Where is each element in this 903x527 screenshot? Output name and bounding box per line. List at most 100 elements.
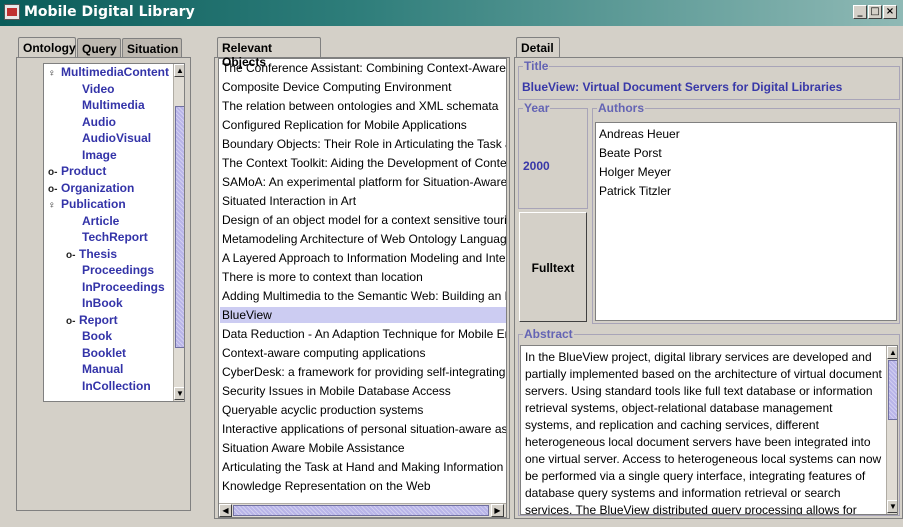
tab-situation[interactable]: Situation [122, 38, 182, 58]
window-titlebar[interactable]: Mobile Digital Library _ □ × [0, 0, 903, 26]
collapsed-node-icon[interactable]: o- [66, 248, 77, 263]
expanded-node-icon[interactable]: ♀ [48, 66, 59, 81]
abstract-line: servers. Using standard tools like full … [525, 384, 873, 398]
tree-item-label: InBook [82, 296, 123, 310]
tree-item[interactable]: Proceedings [82, 263, 154, 278]
fulltext-button[interactable]: Fulltext [519, 212, 587, 322]
scroll-up-button[interactable]: ▲ [174, 64, 184, 77]
tree-item[interactable]: Multimedia [82, 98, 145, 113]
tree-item[interactable]: InBook [82, 296, 123, 311]
list-item[interactable]: A Layered Approach to Information Modeli… [222, 250, 506, 266]
tree-item[interactable]: o- Thesis [66, 247, 117, 263]
tree-item[interactable]: o- Organization [48, 181, 134, 197]
tree-item-label: Proceedings [82, 263, 155, 277]
scroll-right-button[interactable]: ▶ [491, 504, 504, 517]
tree-item-label: Organization [61, 180, 135, 195]
list-item[interactable]: BlueView [220, 307, 506, 323]
tree-item-label: Report [79, 312, 118, 327]
abstract-scroll-thumb[interactable] [888, 360, 897, 420]
tab-query[interactable]: Query [77, 38, 121, 58]
author-item[interactable]: Holger Meyer [599, 164, 671, 180]
list-item[interactable]: Articulating the Task at Hand and Making… [222, 459, 506, 475]
abstract-line: systems, and replication and caching ser… [525, 418, 819, 432]
collapsed-node-icon[interactable]: o- [48, 165, 59, 180]
list-item[interactable]: Adding Multimedia to the Semantic Web: B… [222, 288, 506, 304]
list-item[interactable]: CyberDesk: a framework for providing sel… [222, 364, 506, 380]
tree-item-label: Article [82, 213, 120, 228]
year-value: 2000 [523, 159, 550, 173]
tab-relevant-objects[interactable]: Relevant Objects [217, 37, 321, 69]
scroll-down-button[interactable]: ▼ [174, 387, 184, 400]
expanded-node-icon[interactable]: ♀ [48, 198, 59, 213]
tree-item[interactable]: Audio [82, 115, 116, 130]
tree-item[interactable]: InCollection [82, 379, 151, 394]
list-item[interactable]: Configured Replication for Mobile Applic… [222, 117, 506, 133]
list-item[interactable]: Design of an object model for a context … [222, 212, 506, 228]
abstract-scroll-down-button[interactable]: ▼ [887, 500, 897, 513]
tree-item-label: Multimedia [82, 98, 145, 112]
list-item[interactable]: SAMoA: An experimental platform for Situ… [222, 174, 506, 190]
maximize-button[interactable]: □ [868, 5, 882, 19]
abstract-scroll-up-button[interactable]: ▲ [887, 346, 897, 359]
tree-item[interactable]: AudioVisual [82, 131, 151, 146]
abstract-line: be performed via a single query interfac… [525, 469, 866, 483]
tree-item[interactable]: ♀ Publication [48, 197, 126, 213]
title-value: BlueView: Virtual Document Servers for D… [522, 80, 843, 94]
tree-item[interactable]: Video [82, 82, 114, 97]
author-item[interactable]: Patrick Titzler [599, 183, 671, 199]
author-item[interactable]: Andreas Heuer [599, 126, 680, 142]
ontology-panel: ♀ MultimediaContent Video Multimedia Audio Au… [16, 57, 191, 511]
authors-label: Authors [597, 101, 645, 115]
tree-item[interactable]: TechReport [82, 230, 148, 245]
list-item[interactable]: Knowledge Representation on the Web [222, 478, 506, 494]
window-title: Mobile Digital Library [24, 4, 195, 20]
tree-item-label: MultimediaContent [61, 65, 169, 79]
list-item[interactable]: Composite Device Computing Environment [222, 79, 506, 95]
year-label: Year [523, 101, 551, 115]
tree-item[interactable]: ♀ MultimediaContent [48, 65, 169, 81]
collapsed-node-icon[interactable]: o- [48, 182, 59, 197]
abstract-group: Abstract In the BlueView project, digita… [518, 327, 900, 516]
list-item[interactable]: Queryable acyclic production systems [222, 402, 506, 418]
list-item[interactable]: Security Issues in Mobile Database Acces… [222, 383, 506, 399]
abstract-vertical-scrollbar[interactable]: ▲ ▼ [886, 346, 897, 514]
list-item[interactable]: Metamodeling Architecture of Web Ontolog… [222, 231, 506, 247]
list-item[interactable]: Data Reduction - An Adaption Technique f… [222, 326, 506, 342]
list-item[interactable]: The relation between ontologies and XML … [222, 98, 506, 114]
tree-item[interactable]: InProceedings [82, 280, 165, 295]
abstract-text-area[interactable]: In the BlueView project, digital library… [520, 345, 898, 515]
tab-detail[interactable]: Detail [516, 37, 560, 57]
abstract-label: Abstract [523, 327, 574, 341]
tab-ontology[interactable]: Ontology [18, 37, 76, 57]
tree-item[interactable]: o- Report [66, 313, 118, 329]
abstract-line: partially implemented based on the archi… [525, 367, 882, 381]
horizontal-scroll-thumb[interactable] [233, 505, 489, 516]
list-item[interactable]: The Context Toolkit: Aiding the Developm… [222, 155, 506, 171]
author-item[interactable]: Beate Porst [599, 145, 662, 161]
authors-list[interactable]: Andreas Heuer Beate Porst Holger Meyer Patr… [595, 122, 897, 321]
list-item[interactable]: Situation Aware Mobile Assistance [222, 440, 506, 456]
collapsed-node-icon[interactable]: o- [66, 314, 77, 329]
scroll-thumb[interactable] [175, 106, 184, 348]
tree-item[interactable]: Article [82, 214, 119, 229]
tree-item[interactable]: Image [82, 148, 117, 163]
tree-item-label: Book [82, 329, 112, 343]
relevant-objects-list[interactable]: The Conference Assistant: Combining Cont… [218, 58, 507, 518]
tree-item[interactable]: Booklet [82, 346, 126, 361]
list-item[interactable]: There is more to context than location [222, 269, 506, 285]
ontology-tree[interactable]: ♀ MultimediaContent Video Multimedia Audio Au… [43, 63, 185, 402]
list-item[interactable]: Context-aware computing applications [222, 345, 506, 361]
tree-item-label: Manual [82, 362, 124, 376]
tree-vertical-scrollbar[interactable]: ▲ ▼ [173, 64, 184, 401]
close-button[interactable]: × [883, 5, 897, 19]
tree-item[interactable]: Book [82, 329, 112, 344]
scroll-left-button[interactable]: ◀ [219, 504, 232, 517]
list-item[interactable]: Interactive applications of personal sit… [222, 421, 506, 437]
list-item[interactable]: Situated Interaction in Art [222, 193, 506, 209]
list-item[interactable]: Boundary Objects: Their Role in Articula… [222, 136, 506, 152]
minimize-button[interactable]: _ [853, 5, 867, 19]
tree-item-label: TechReport [82, 230, 148, 244]
tree-item[interactable]: o- Product [48, 164, 106, 180]
list-horizontal-scrollbar[interactable]: ◀ ▶ [219, 503, 506, 517]
tree-item[interactable]: Manual [82, 362, 123, 377]
